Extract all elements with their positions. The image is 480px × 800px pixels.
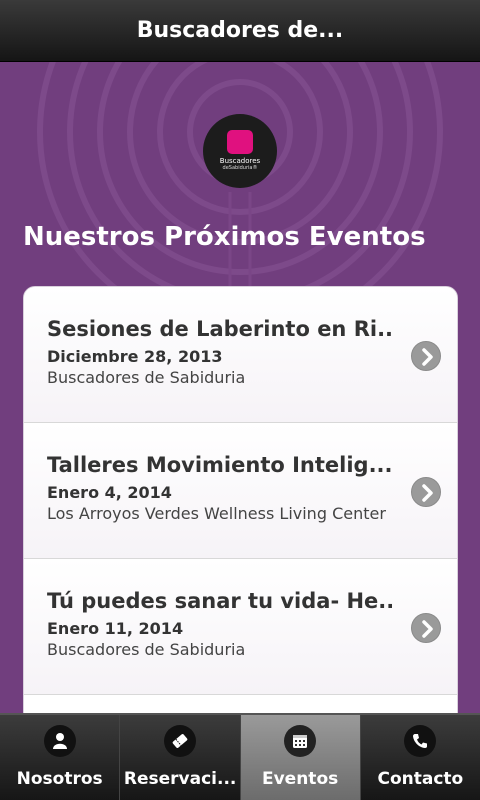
tab-label: Nosotros: [16, 769, 103, 789]
event-venue: Los Arroyos Verdes Wellness Living Cente…: [47, 504, 386, 523]
logo-text-line1: Buscadores: [219, 157, 261, 165]
event-title: Sesiones de Laberinto en Ri...: [47, 317, 392, 341]
tab-label: Contacto: [377, 769, 464, 789]
logo-mark-icon: [227, 130, 253, 154]
chevron-right-icon[interactable]: [411, 613, 441, 643]
app-title: Buscadores de...: [136, 18, 344, 43]
event-list: Sesiones de Laberinto en Ri... Diciembre…: [23, 286, 458, 713]
chevron-right-icon[interactable]: [411, 477, 441, 507]
event-item[interactable]: Tú puedes sanar tu vida- He... Enero 11,…: [24, 559, 457, 695]
event-item[interactable]: Talleres Movimiento Intelig... Enero 4, …: [24, 423, 457, 559]
calendar-icon: [284, 725, 317, 757]
tab-label: Reservaci...: [123, 769, 236, 789]
logo-text-line2: deSabiduria®: [222, 165, 258, 171]
tab-reservaciones[interactable]: Reservaci...: [120, 715, 241, 800]
phone-icon: [404, 725, 437, 757]
event-venue: Buscadores de Sabiduria: [47, 368, 246, 387]
title-bar: Buscadores de...: [0, 0, 480, 62]
event-item[interactable]: Sesiones de Laberinto en Ri... Diciembre…: [24, 287, 457, 423]
event-venue: Buscadores de Sabiduria: [47, 640, 246, 659]
tab-label: Eventos: [261, 769, 339, 789]
tab-nosotros[interactable]: Nosotros: [0, 715, 121, 800]
event-date: Enero 4, 2014: [47, 483, 172, 502]
ticket-icon: [163, 725, 196, 757]
brand-logo: Buscadores deSabiduria®: [203, 114, 277, 188]
tab-eventos[interactable]: Eventos: [240, 715, 361, 800]
main-content[interactable]: Buscadores deSabiduria® Nuestros Próximo…: [0, 62, 480, 713]
tab-contacto[interactable]: Contacto: [360, 715, 480, 800]
event-date: Enero 11, 2014: [47, 619, 184, 638]
person-icon: [43, 725, 76, 757]
event-title: Tú puedes sanar tu vida- He...: [47, 589, 392, 613]
section-title: Nuestros Próximos Eventos: [23, 222, 426, 252]
tab-bar: Nosotros Reservaci... Eventos Contacto: [0, 713, 480, 800]
event-title: Talleres Movimiento Intelig...: [47, 453, 392, 477]
chevron-right-icon[interactable]: [411, 341, 441, 371]
event-date: Diciembre 28, 2013: [47, 347, 223, 366]
